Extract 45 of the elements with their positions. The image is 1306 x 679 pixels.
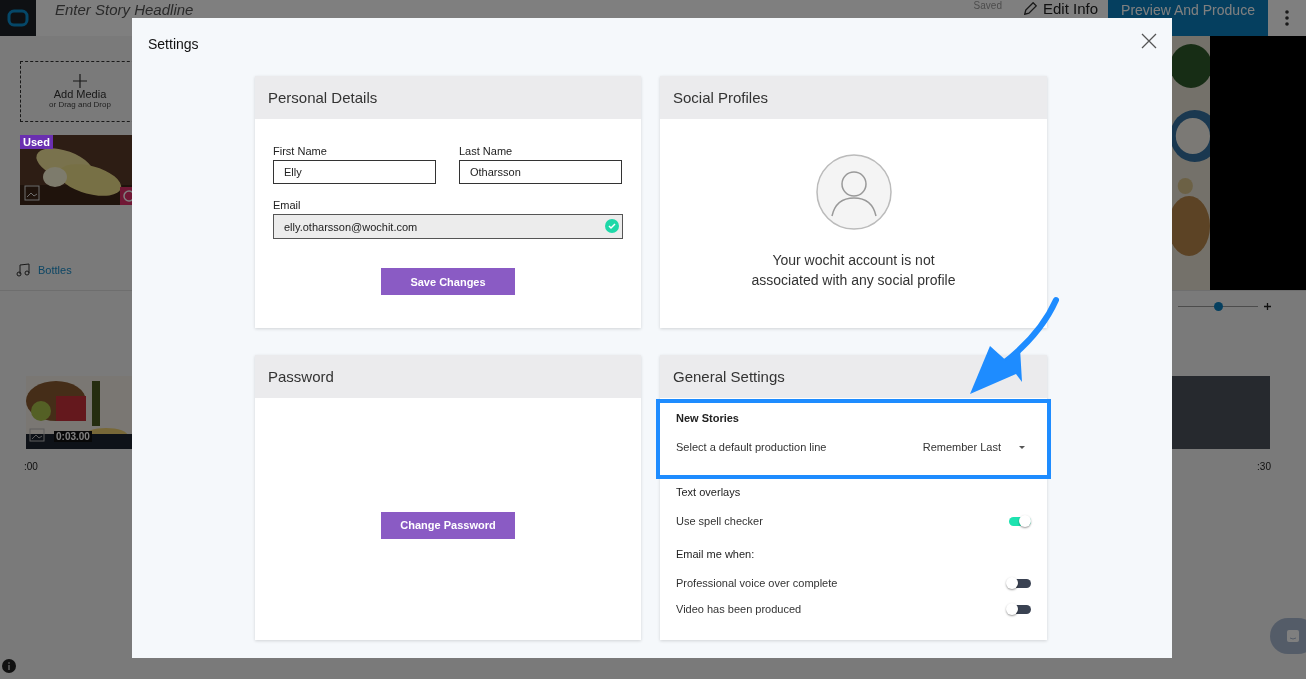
clip-duration: 0:03.00	[54, 431, 92, 442]
toggle-switch[interactable]	[1006, 576, 1031, 590]
setting-label: Select a default production line	[676, 441, 827, 453]
music-track-link[interactable]: Bottles	[38, 264, 72, 276]
used-badge: Used	[20, 135, 53, 149]
image-icon	[24, 185, 40, 201]
section-heading: New Stories	[676, 412, 740, 424]
setting-label: Professional voice over complete	[676, 577, 838, 589]
input-field[interactable]: Elly	[273, 160, 436, 184]
field-label: Email	[273, 199, 302, 211]
image-icon	[29, 428, 45, 442]
no-social-profile-message: Your wochit account is not associated with any social profile	[750, 251, 957, 290]
production-line-dropdown[interactable]: Remember Last	[922, 441, 1031, 453]
field-label: Last Name	[459, 145, 514, 157]
card-header: General Settings	[660, 355, 1047, 398]
chat-button[interactable]	[1270, 618, 1306, 654]
close-icon[interactable]	[1140, 32, 1158, 50]
slider-thumb[interactable]	[1214, 301, 1223, 311]
change-password-button[interactable]: Change Password	[381, 511, 515, 539]
caret-icon	[1019, 445, 1025, 449]
avatar-icon	[815, 154, 892, 230]
info-icon[interactable]	[2, 659, 16, 673]
pencil-icon	[1023, 2, 1037, 15]
email-field[interactable]: elly.otharsson@wochit.com	[273, 214, 623, 239]
setting-label: Video has been produced	[676, 603, 802, 615]
logo-icon[interactable]	[0, 0, 36, 36]
section-heading: Text overlays	[676, 486, 742, 498]
edit-info-button[interactable]: Edit Info	[1023, 0, 1098, 17]
plus-icon	[73, 74, 87, 88]
headline-field[interactable]: Enter Story Headline	[53, 0, 457, 19]
dialog-title: Settings	[148, 36, 199, 52]
card-header: Password	[255, 355, 641, 398]
save-changes-button[interactable]: Save Changes	[381, 268, 515, 295]
time-label: :00	[24, 461, 38, 472]
section-heading: Email me when:	[676, 548, 756, 560]
input-field[interactable]: Otharsson	[459, 160, 622, 184]
chat-icon	[1287, 630, 1299, 642]
card-header: Personal Details	[255, 76, 641, 119]
setting-label: Use spell checker	[676, 515, 763, 527]
card-header: Social Profiles	[660, 76, 1047, 119]
field-label: First Name	[273, 145, 328, 157]
time-label: :30	[1257, 461, 1271, 472]
zoom-in-icon[interactable]	[1264, 302, 1271, 310]
music-note-icon	[16, 263, 30, 277]
toggle-switch[interactable]	[1006, 602, 1031, 616]
